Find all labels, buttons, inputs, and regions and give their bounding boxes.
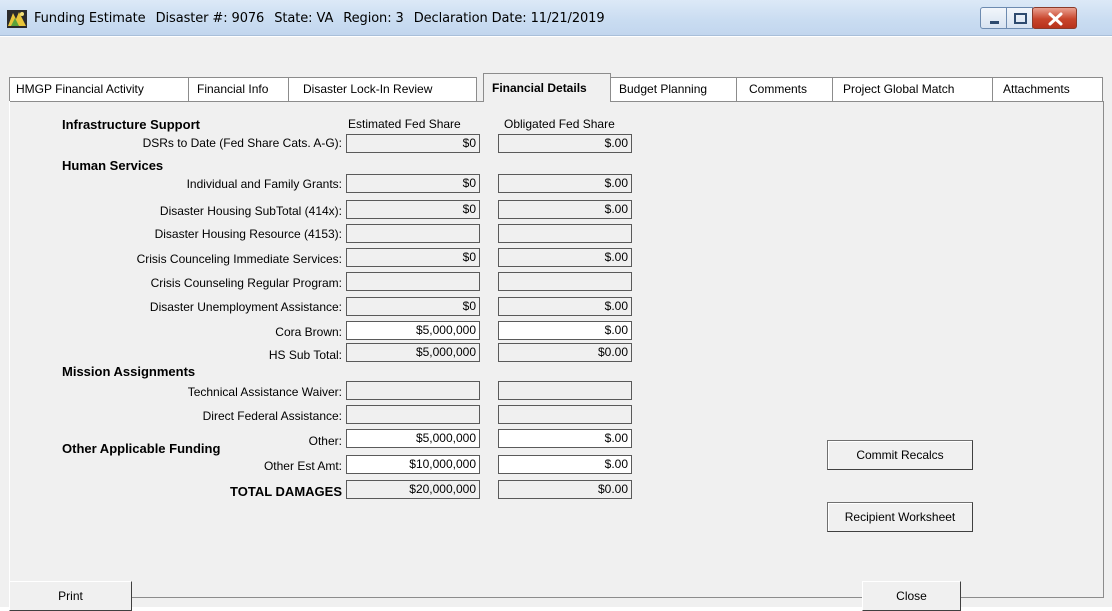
cora-brown-label: Cora Brown: <box>275 325 342 339</box>
tab-financial-details[interactable]: Financial Details <box>483 73 611 102</box>
commit-recalcs-button[interactable]: Commit Recalcs <box>827 440 973 470</box>
other-applicable-funding-heading: Other Applicable Funding <box>62 441 221 456</box>
window-client-area: HMGP Financial Activity Financial Info D… <box>0 37 1112 611</box>
tab-hmgp-financial-activity[interactable]: HMGP Financial Activity <box>9 77 189 101</box>
disaster-housing-subtotal-label: Disaster Housing SubTotal (414x): <box>159 204 342 218</box>
disaster-unemployment-obl-field: $.00 <box>498 297 632 316</box>
title-disaster-number: Disaster #: 9076 <box>155 11 265 26</box>
window-title: Funding Estimate Disaster #: 9076 State:… <box>34 11 611 26</box>
title-bar[interactable]: Funding Estimate Disaster #: 9076 State:… <box>0 0 1112 36</box>
crisis-counseling-regular-est-field <box>346 272 480 291</box>
direct-federal-assistance-est-field <box>346 405 480 424</box>
title-app-name: Funding Estimate <box>34 11 146 26</box>
direct-federal-assistance-label: Direct Federal Assistance: <box>202 409 342 423</box>
hs-sub-total-label: HS Sub Total: <box>268 348 342 362</box>
crisis-counseling-regular-obl-field <box>498 272 632 291</box>
cora-brown-obl-input[interactable]: $.00 <box>498 321 632 340</box>
tab-comments[interactable]: Comments <box>737 77 833 101</box>
recipient-worksheet-button[interactable]: Recipient Worksheet <box>827 502 973 532</box>
dsrs-to-date-est-field: $0 <box>346 134 480 153</box>
total-damages-est-field: $20,000,000 <box>346 480 480 499</box>
individual-family-grants-obl-field: $.00 <box>498 174 632 193</box>
disaster-unemployment-label: Disaster Unemployment Assistance: <box>149 300 342 314</box>
title-region: Region: 3 <box>343 11 404 26</box>
obligated-fed-share-header: Obligated Fed Share <box>504 117 615 131</box>
other-est-input[interactable]: $5,000,000 <box>346 429 480 448</box>
disaster-housing-subtotal-obl-field: $.00 <box>498 200 632 219</box>
disaster-housing-resource-est-field <box>346 224 480 243</box>
technical-assistance-waiver-est-field <box>346 381 480 400</box>
minimize-icon <box>990 21 999 24</box>
hs-sub-total-obl-field: $0.00 <box>498 343 632 362</box>
disaster-housing-resource-label: Disaster Housing Resource (4153): <box>154 227 342 241</box>
window-close-button[interactable] <box>1032 7 1077 29</box>
crisis-counceling-immediate-label: Crisis Counceling Immediate Services: <box>136 252 342 266</box>
tab-disaster-lock-in-review[interactable]: Disaster Lock-In Review <box>289 77 477 101</box>
tab-attachments[interactable]: Attachments <box>993 77 1103 101</box>
dsrs-to-date-label: DSRs to Date (Fed Share Cats. A-G): <box>142 136 342 150</box>
title-state: State: VA <box>274 11 334 26</box>
dsrs-to-date-obl-field: $.00 <box>498 134 632 153</box>
total-damages-label: TOTAL DAMAGES <box>230 484 342 499</box>
other-obl-input[interactable]: $.00 <box>498 429 632 448</box>
disaster-housing-resource-obl-field <box>498 224 632 243</box>
technical-assistance-waiver-label: Technical Assistance Waiver: <box>187 385 342 399</box>
tab-budget-planning[interactable]: Budget Planning <box>611 77 737 101</box>
crisis-counceling-immediate-obl-field: $.00 <box>498 248 632 267</box>
crisis-counseling-regular-label: Crisis Counseling Regular Program: <box>150 276 342 290</box>
total-damages-obl-field: $0.00 <box>498 480 632 499</box>
individual-family-grants-est-field: $0 <box>346 174 480 193</box>
close-icon <box>1048 12 1063 26</box>
restore-button[interactable] <box>1006 7 1033 29</box>
app-icon <box>7 10 27 28</box>
cora-brown-est-input[interactable]: $5,000,000 <box>346 321 480 340</box>
tab-project-global-match[interactable]: Project Global Match <box>833 77 993 101</box>
title-declaration-date: Declaration Date: 11/21/2019 <box>413 11 605 26</box>
disaster-housing-subtotal-est-field: $0 <box>346 200 480 219</box>
tab-financial-info[interactable]: Financial Info <box>189 77 289 101</box>
minimize-button[interactable] <box>980 7 1007 29</box>
human-services-heading: Human Services <box>62 158 164 173</box>
hs-sub-total-est-field: $5,000,000 <box>346 343 480 362</box>
other-est-amt-input[interactable]: $10,000,000 <box>346 455 480 474</box>
direct-federal-assistance-obl-field <box>498 405 632 424</box>
infrastructure-support-heading: Infrastructure Support <box>62 117 200 132</box>
other-est-amt-label: Other Est Amt: <box>263 459 342 473</box>
mission-assignments-heading: Mission Assignments <box>62 364 196 379</box>
technical-assistance-waiver-obl-field <box>498 381 632 400</box>
other-est-amt-obl-input[interactable]: $.00 <box>498 455 632 474</box>
crisis-counceling-immediate-est-field: $0 <box>346 248 480 267</box>
other-label: Other: <box>308 434 342 448</box>
disaster-unemployment-est-field: $0 <box>346 297 480 316</box>
estimated-fed-share-header: Estimated Fed Share <box>348 117 461 131</box>
individual-family-grants-label: Individual and Family Grants: <box>186 177 342 191</box>
restore-icon <box>1014 13 1027 24</box>
